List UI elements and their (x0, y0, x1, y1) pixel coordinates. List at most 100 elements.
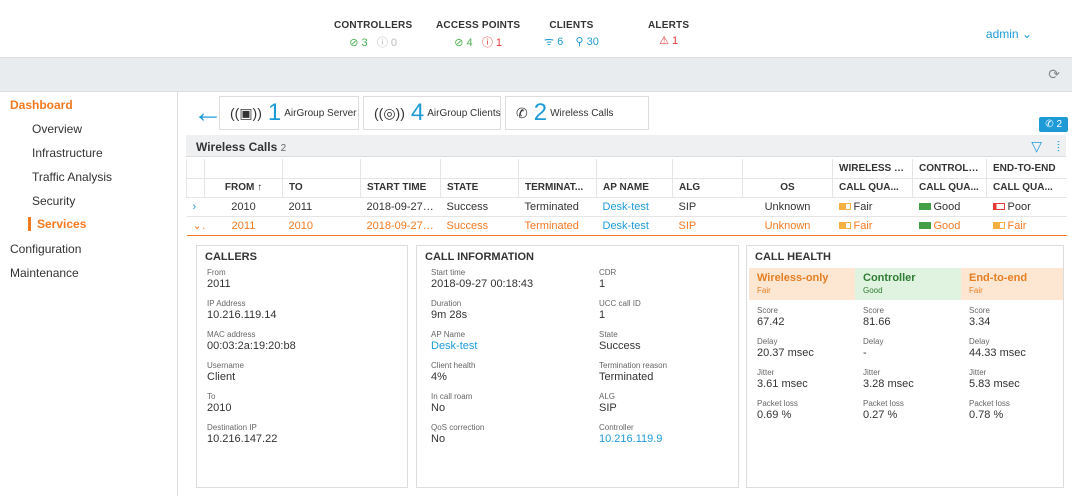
columns-icon[interactable]: ⦙ (1057, 138, 1060, 155)
user-menu[interactable]: admin ⌄ (986, 27, 1032, 41)
field-label: MAC address (207, 330, 256, 339)
tile-wireless-calls[interactable]: ✆ 2 Wireless Calls (505, 96, 649, 130)
check-icon: ⊘ (454, 37, 464, 49)
cell-os: Unknown (742, 197, 833, 217)
cell-term: Terminated (518, 197, 597, 217)
chevron-down-icon: ⌄ (1021, 27, 1032, 41)
controller-link[interactable]: 10.216.119.9 (599, 433, 662, 445)
wired-icon: ⚲ (575, 36, 584, 48)
field-value: 20.37 msec (757, 347, 814, 359)
cell-to: 2011 (282, 197, 361, 217)
field-label: Termination reason (599, 361, 668, 370)
tile-caption: AirGroup Clients (427, 107, 501, 119)
ap-name-link[interactable]: Desk-test (431, 340, 477, 352)
info-icon: ⓘ (376, 37, 388, 49)
field-value: Client (207, 371, 236, 383)
quality-bar-icon (918, 203, 931, 211)
call-info-title: CALL INFORMATION (425, 251, 534, 263)
tile-airgroup-clients[interactable]: ((◎)) 4 AirGroup Clients (363, 96, 501, 130)
health-controller: Controller Good (855, 268, 961, 300)
sidebar: Dashboard Overview Infrastructure Traffi… (0, 92, 178, 496)
field-value: 10.216.119.14 (207, 309, 277, 321)
table-row-selected[interactable]: ⌄ 2011 2010 2018-09-27 00... Success Ter… (186, 216, 1067, 236)
health-col-status: Fair (757, 286, 771, 295)
cell-term: Terminated (518, 216, 597, 236)
calls-badge[interactable]: ✆ 2 (1039, 117, 1068, 132)
group-header: END-TO-END (986, 159, 1067, 179)
controllers-label: CONTROLLERS (334, 20, 413, 31)
tile-caption: Wireless Calls (550, 107, 614, 119)
field-label: In call roam (431, 392, 473, 401)
sidebar-item-traffic-analysis[interactable]: Traffic Analysis (32, 170, 112, 184)
wired-clients: 30 (586, 36, 599, 48)
field-label: State (599, 330, 618, 339)
field-value: 9m 28s (431, 309, 468, 321)
controllers-stat[interactable]: CONTROLLERS ⊘ 3 ⓘ 0 (334, 20, 412, 50)
tile-airgroup-server[interactable]: ((▣)) 1 AirGroup Server (219, 96, 359, 130)
cell-ap[interactable]: Desk-test (596, 216, 673, 236)
filter-icon[interactable]: ▽ (1031, 138, 1042, 155)
airgroup-server-icon: ((▣)) (230, 104, 262, 121)
sort-up-icon: ↑ (257, 182, 263, 193)
access-points-stat[interactable]: ACCESS POINTS ⊘ 4 ⓘ 1 (436, 20, 520, 50)
controllers-up: 3 (361, 37, 368, 49)
field-label: Jitter (757, 368, 775, 377)
sidebar-item-security[interactable]: Security (32, 194, 75, 208)
col-alg[interactable]: ALG (672, 178, 743, 198)
field-value: SIP (599, 402, 617, 414)
table-row[interactable]: › 2010 2011 2018-09-27 00... Success Ter… (186, 197, 1067, 217)
col-termination[interactable]: TERMINAT... (518, 178, 597, 198)
check-icon: ⊘ (349, 37, 359, 49)
field-value: 44.33 msec (969, 347, 1026, 359)
refresh-icon[interactable]: ⟳ (1048, 66, 1060, 83)
group-header: WIRELESS O... (832, 159, 913, 179)
sidebar-item-infrastructure[interactable]: Infrastructure (32, 146, 103, 160)
group-header: CONTROLLER (912, 159, 987, 179)
sub-bar: ⟳ (0, 58, 1072, 92)
col-call-quality[interactable]: CALL QUA... (986, 178, 1067, 198)
field-label: Jitter (863, 368, 881, 377)
col-from[interactable]: FROM ↑ (204, 178, 283, 198)
cell-ap[interactable]: Desk-test (596, 197, 673, 217)
field-label: AP Name (431, 330, 466, 339)
tile-caption: AirGroup Server (284, 107, 357, 119)
field-value: 10.216.147.22 (207, 433, 278, 445)
phone-icon: ✆ (516, 104, 528, 121)
field-value: 1 (599, 309, 606, 321)
cell-quality: Poor (986, 197, 1067, 217)
wireless-clients: 6 (557, 36, 564, 48)
field-label: Controller (599, 423, 634, 432)
phone-icon: ✆ (1045, 119, 1054, 130)
col-call-quality[interactable]: CALL QUA... (832, 178, 913, 198)
sidebar-item-dashboard[interactable]: Dashboard (10, 98, 73, 112)
health-col-name: Wireless-only (757, 272, 829, 284)
col-ap-name[interactable]: AP NAME (596, 178, 673, 198)
sidebar-item-configuration[interactable]: Configuration (10, 242, 81, 256)
chevron-down-icon[interactable]: ⌄ (186, 216, 205, 236)
cell-os: Unknown (742, 216, 833, 236)
col-to[interactable]: TO (282, 178, 361, 198)
field-label: CDR (599, 268, 617, 277)
col-os[interactable]: OS (742, 178, 833, 198)
alerts-count: 1 (672, 35, 679, 47)
col-start-time[interactable]: START TIME (360, 178, 441, 198)
sidebar-item-maintenance[interactable]: Maintenance (10, 266, 79, 280)
col-state[interactable]: STATE (440, 178, 519, 198)
cell-start: 2018-09-27 00... (360, 216, 441, 236)
alerts-stat[interactable]: ALERTS ⚠ 1 (648, 20, 689, 47)
field-label: From (207, 268, 226, 277)
col-call-quality[interactable]: CALL QUA... (912, 178, 987, 198)
field-value: 3.34 (969, 316, 991, 328)
sidebar-item-overview[interactable]: Overview (32, 122, 82, 136)
quality-bar-icon (992, 222, 1005, 230)
chevron-right-icon[interactable]: › (186, 197, 205, 217)
wireless-calls-header: Wireless Calls 2 ▽ ⦙ (186, 135, 1066, 157)
quality-bar-icon (992, 203, 1005, 211)
main-content: ← ((▣)) 1 AirGroup Server ((◎)) 4 AirGro… (183, 92, 1072, 496)
field-label: Score (757, 306, 778, 315)
calls-table: WIRELESS O... CONTROLLER END-TO-END FROM… (186, 159, 1067, 236)
field-label: Jitter (969, 368, 987, 377)
clients-stat[interactable]: CLIENTS ᯤ 6 ⚲ 30 (544, 20, 599, 49)
sidebar-item-services[interactable]: Services (28, 217, 86, 231)
controllers-down: 0 (390, 37, 398, 49)
